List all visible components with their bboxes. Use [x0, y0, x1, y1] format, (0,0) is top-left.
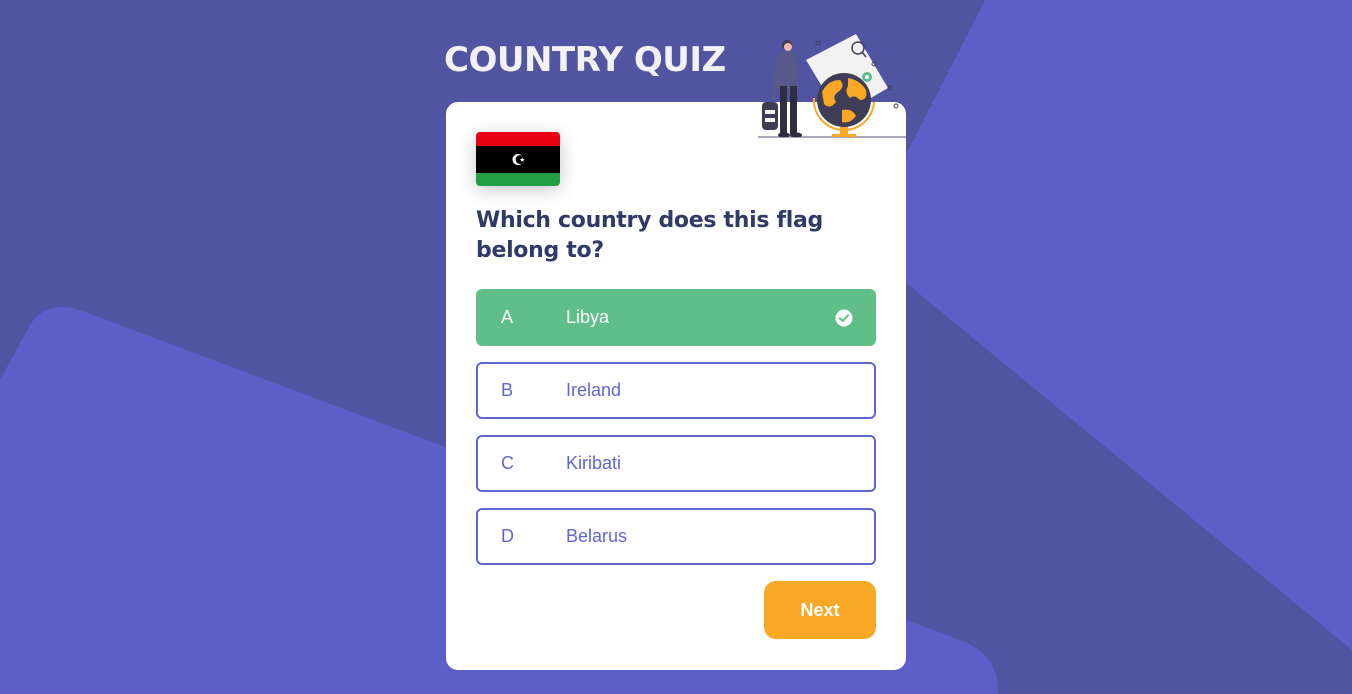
check-circle-icon — [835, 309, 853, 327]
option-label: Libya — [566, 307, 610, 327]
option-d[interactable]: D Belarus — [476, 508, 876, 565]
option-label: Ireland — [566, 380, 622, 400]
page-title: COUNTRY QUIZ — [444, 40, 726, 80]
option-letter: C — [501, 453, 514, 473]
option-letter: A — [501, 307, 514, 327]
option-label: Kiribati — [566, 453, 622, 473]
option-c[interactable]: C Kiribati — [476, 435, 876, 492]
option-letter: D — [501, 526, 514, 546]
next-button[interactable]: Next — [764, 581, 876, 639]
answer-options: A Libya B Ireland C Kiribati D Belarus — [476, 289, 876, 581]
country-flag — [476, 132, 560, 186]
option-letter: B — [501, 380, 514, 400]
option-label: Belarus — [566, 526, 628, 546]
quiz-card: Which country does this flag belong to? … — [446, 102, 906, 670]
option-a[interactable]: A Libya — [476, 289, 876, 346]
traveler-globe-illustration — [758, 34, 906, 138]
question-text: Which country does this flag belong to? — [476, 208, 823, 263]
option-b[interactable]: B Ireland — [476, 362, 876, 419]
